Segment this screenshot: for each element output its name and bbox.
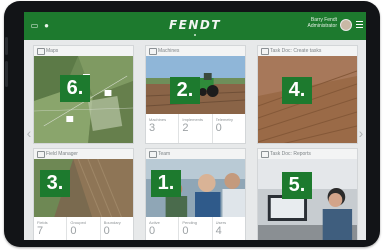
stat-users: Users 4 bbox=[213, 217, 245, 240]
team-stats: Active 0 Pending 0 Users 4 bbox=[146, 217, 245, 240]
tile-title: Field Manager bbox=[46, 151, 78, 157]
chevron-left-icon[interactable]: ‹ bbox=[24, 125, 34, 141]
stat-telemetry: Telemetry 0 bbox=[213, 114, 245, 143]
tile-title: Team bbox=[158, 151, 171, 157]
user-role: Administrator bbox=[307, 23, 337, 29]
stat-value: 4 bbox=[215, 225, 222, 237]
field-stats: Fields 7 Grouped 0 Boundary 0 bbox=[34, 217, 133, 240]
field-icon bbox=[37, 151, 45, 158]
stat-grouped: Grouped 0 bbox=[67, 217, 101, 240]
document-icon bbox=[261, 48, 269, 55]
stat-value: 0 bbox=[149, 225, 156, 237]
tile-taskdoc-create[interactable]: Task Doc: Create tasks 4. bbox=[257, 45, 358, 144]
tile-number: 1. bbox=[151, 170, 181, 197]
stat-pending: Pending 0 bbox=[179, 217, 213, 240]
tile-number: 3. bbox=[40, 170, 70, 197]
stat-active: Active 0 bbox=[146, 217, 180, 240]
tile-title: Machines bbox=[158, 48, 180, 54]
stat-machines: Machines 3 bbox=[146, 114, 180, 143]
tile-title: Task Doc: Create tasks bbox=[270, 48, 322, 54]
tile-machines[interactable]: Machines 2. Machines 3 Implements 2 Tele… bbox=[145, 45, 246, 144]
stat-value: 0 bbox=[70, 225, 77, 237]
stat-value: 0 bbox=[182, 225, 189, 237]
hamburger-menu-icon[interactable] bbox=[356, 21, 363, 30]
tile-number: 5. bbox=[282, 172, 312, 199]
tile-taskdoc-reports[interactable]: Task Doc: Reports 5. bbox=[257, 148, 358, 240]
tile-field-manager[interactable]: Field Manager 3. Fields 7 Grouped 0 Boun… bbox=[33, 148, 134, 240]
chevron-right-icon[interactable]: › bbox=[356, 125, 366, 141]
brand-dot-icon bbox=[194, 34, 196, 36]
app-header: ▭ ● FENDT Barry Fendt Administrator bbox=[24, 12, 366, 40]
stat-value: 0 bbox=[103, 225, 110, 237]
tile-title: Task Doc: Reports bbox=[270, 151, 311, 157]
stat-boundary: Boundary 0 bbox=[101, 217, 133, 240]
stat-value: 2 bbox=[182, 122, 189, 134]
map-icon bbox=[37, 48, 45, 55]
user-info[interactable]: Barry Fendt Administrator bbox=[308, 17, 337, 29]
tile-number: 2. bbox=[170, 77, 200, 104]
team-icon bbox=[149, 151, 157, 158]
tractor-icon bbox=[149, 48, 157, 55]
volume-button bbox=[5, 37, 8, 55]
stat-value: 3 bbox=[149, 122, 156, 134]
dashboard-screen: ▭ ● FENDT Barry Fendt Administrator Maps bbox=[24, 12, 366, 240]
machine-stats: Machines 3 Implements 2 Telemetry 0 bbox=[146, 114, 245, 143]
tablet-frame: ▭ ● FENDT Barry Fendt Administrator Maps bbox=[4, 1, 380, 247]
tile-title: Maps bbox=[46, 48, 59, 54]
stat-fields: Fields 7 bbox=[34, 217, 68, 240]
stat-value: 7 bbox=[37, 225, 44, 237]
tile-number: 6. bbox=[60, 75, 90, 102]
tile-team[interactable]: Team 1. Active 0 Pending 0 Users 4 bbox=[145, 148, 246, 240]
volume-button-2 bbox=[5, 61, 8, 87]
stat-implements: Implements 2 bbox=[179, 114, 213, 143]
report-icon bbox=[261, 151, 269, 158]
avatar[interactable] bbox=[340, 19, 352, 31]
tile-number: 4. bbox=[282, 77, 312, 104]
tile-maps[interactable]: Maps 6. bbox=[33, 45, 134, 144]
stat-value: 0 bbox=[215, 122, 222, 134]
